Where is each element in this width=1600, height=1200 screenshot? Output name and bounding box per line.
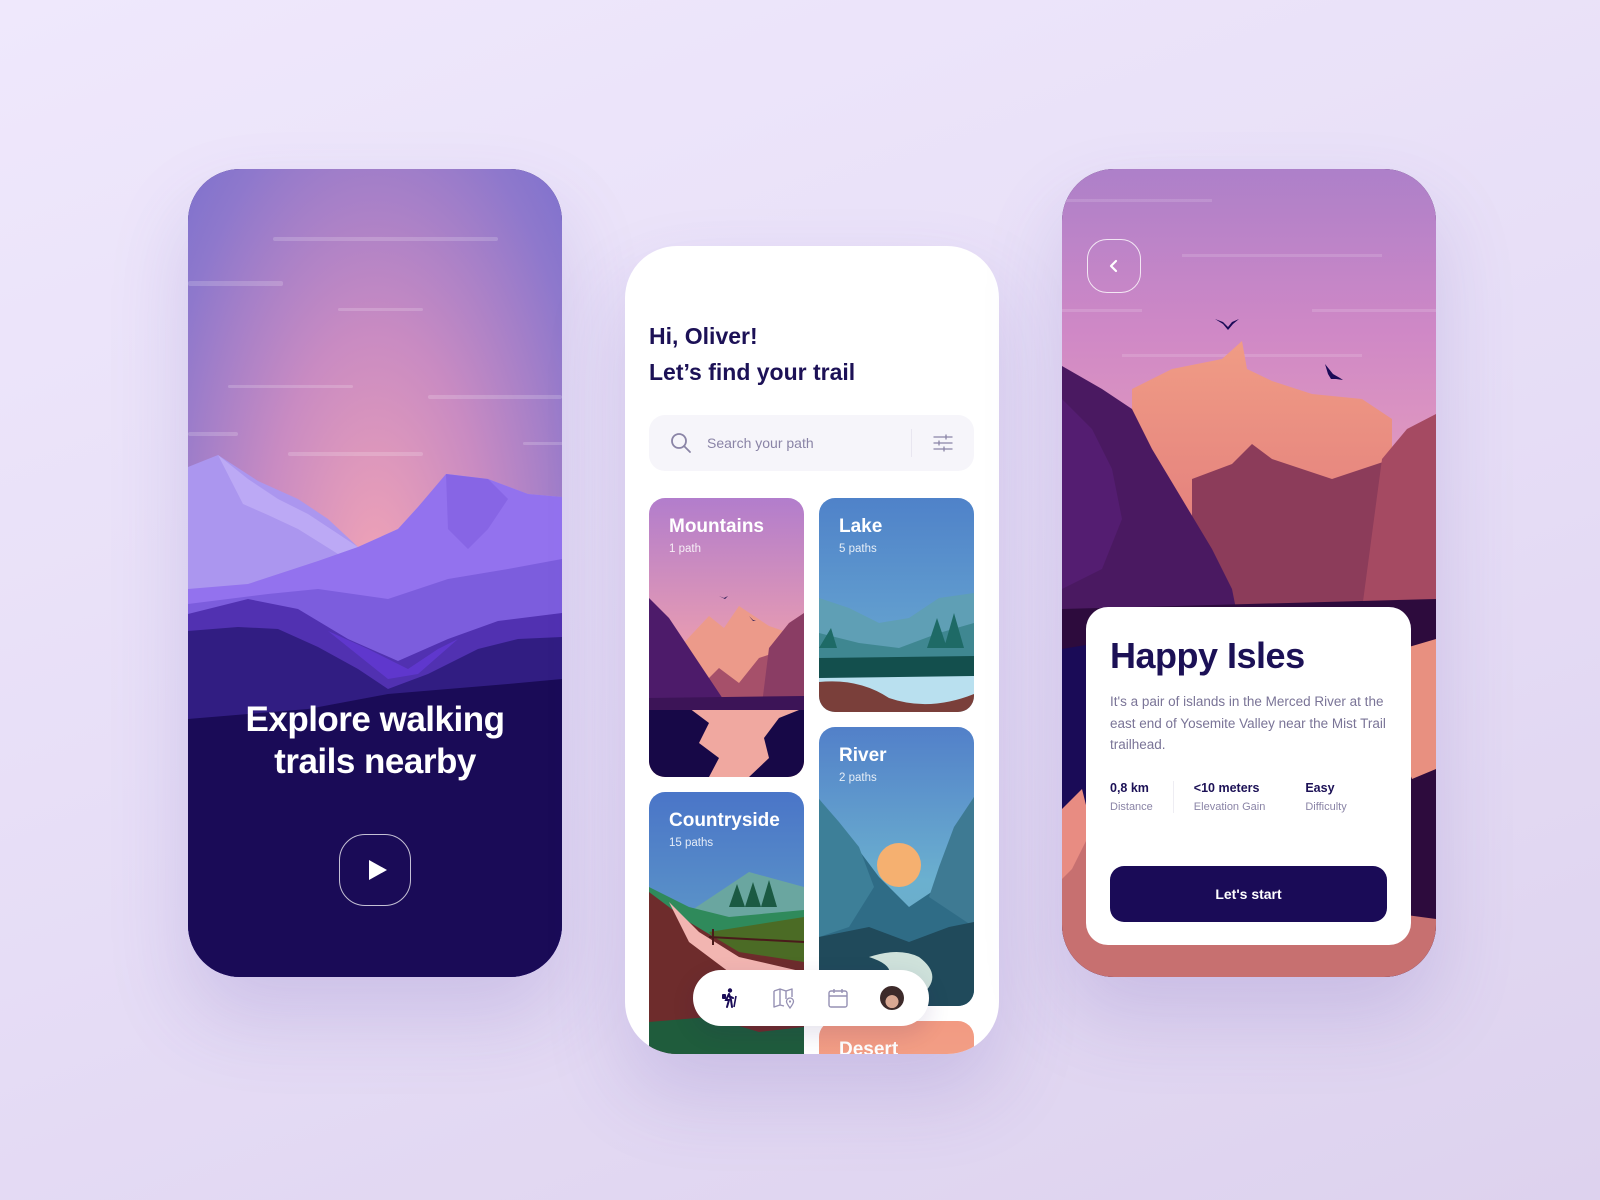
calendar-icon <box>828 989 848 1008</box>
trail-detail-screen: Happy Isles It's a pair of islands in th… <box>1062 169 1436 977</box>
category-count: 1 path <box>669 543 701 555</box>
category-name: Countryside <box>669 810 780 831</box>
category-count: 5 paths <box>839 543 877 555</box>
nav-profile[interactable] <box>878 984 906 1012</box>
trail-description: It's a pair of islands in the Merced Riv… <box>1110 694 1386 752</box>
trail-info-card: Happy Isles It's a pair of islands in th… <box>1086 607 1411 945</box>
chevron-left-icon <box>1109 259 1118 273</box>
sliders-icon[interactable] <box>932 432 954 454</box>
nav-calendar[interactable] <box>824 984 852 1012</box>
stat-distance: 0,8 km Distance <box>1110 781 1174 813</box>
avatar <box>880 986 904 1010</box>
search-bar <box>649 415 974 471</box>
onboarding-screen: Explore walking trails nearby <box>188 169 562 977</box>
trail-stats: 0,8 km Distance <10 meters Elevation Gai… <box>1110 781 1367 813</box>
title-line-1: Explore walking <box>245 700 505 739</box>
trail-title: Happy Isles <box>1110 635 1305 676</box>
bottom-nav <box>693 970 929 1026</box>
category-card-lake[interactable]: Lake 5 paths <box>819 498 974 712</box>
title-line-2: trails nearby <box>274 742 476 781</box>
category-name: River <box>839 745 887 766</box>
onboarding-title: Explore walking trails nearby <box>188 699 562 783</box>
mountains-illustration <box>649 498 804 777</box>
category-name: Lake <box>839 516 883 537</box>
greeting-line-1: Hi, Oliver! <box>649 323 758 349</box>
hiker-icon <box>722 988 737 1008</box>
search-divider <box>911 429 912 457</box>
stat-value: 0,8 km <box>1110 781 1149 795</box>
stat-label: Elevation Gain <box>1193 801 1266 813</box>
stat-elevation: <10 meters Elevation Gain <box>1174 781 1286 813</box>
stat-label: Difficulty <box>1305 801 1347 813</box>
stat-label: Distance <box>1110 801 1153 813</box>
nav-map[interactable] <box>770 984 798 1012</box>
nav-hike[interactable] <box>716 984 744 1012</box>
back-button[interactable] <box>1087 239 1141 293</box>
search-icon <box>671 433 691 453</box>
home-screen: Hi, Oliver! Let’s find your trail Search… <box>625 246 999 1054</box>
category-count: 15 paths <box>669 837 714 849</box>
category-name: Mountains <box>669 516 764 537</box>
play-button[interactable] <box>339 834 411 906</box>
map-pin-icon <box>773 988 795 1009</box>
search-input[interactable] <box>707 435 907 451</box>
greeting: Hi, Oliver! Let’s find your trail <box>649 318 855 390</box>
category-card-river[interactable]: River 2 paths <box>819 727 974 1006</box>
play-icon <box>368 860 387 880</box>
stat-value: <10 meters <box>1193 781 1260 795</box>
river-illustration <box>819 727 974 1006</box>
stat-value: Easy <box>1305 781 1335 795</box>
category-count: 2 paths <box>839 772 877 784</box>
lets-start-button[interactable]: Let's start <box>1110 866 1387 922</box>
stat-difficulty: Easy Difficulty <box>1285 781 1366 813</box>
category-name: Desert <box>839 1039 899 1054</box>
category-card-mountains[interactable]: Mountains 1 path <box>649 498 804 777</box>
greeting-line-2: Let’s find your trail <box>649 359 856 385</box>
